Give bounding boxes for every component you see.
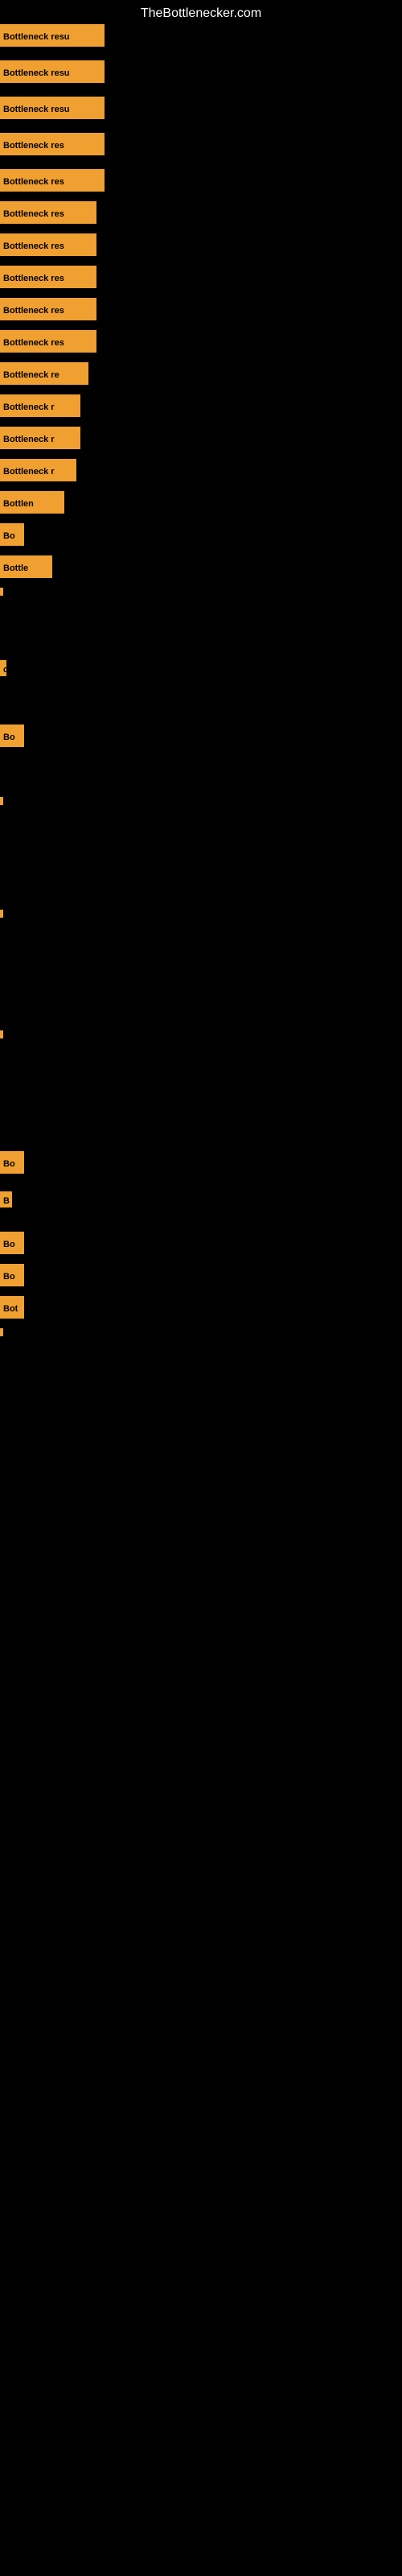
bar-item: Bottleneck res: [0, 233, 96, 256]
bar-label: Bo: [0, 1151, 24, 1174]
bar-label: Bottleneck resu: [0, 97, 105, 119]
bar-label: Bo: [0, 724, 24, 747]
bar-label: Bot: [0, 1296, 24, 1319]
bar-item: Bottleneck r: [0, 394, 80, 417]
bar-item: Bottleneck res: [0, 266, 96, 288]
bar-item: [0, 797, 3, 805]
bar-line: [0, 1328, 3, 1336]
bar-label: Bottleneck res: [0, 169, 105, 192]
bar-label: Bottleneck r: [0, 394, 80, 417]
bar-item: Bottleneck r: [0, 459, 76, 481]
bar-item: [0, 910, 3, 918]
bar-item: Bottleneck res: [0, 298, 96, 320]
bar-line: [0, 910, 3, 918]
bar-item: Bo: [0, 724, 24, 747]
bar-label: Bottleneck res: [0, 298, 96, 320]
bar-label: Bottleneck r: [0, 459, 76, 481]
bar-item: Bot: [0, 1296, 24, 1319]
bar-item: Bo: [0, 1232, 24, 1254]
bar-label: Bottleneck resu: [0, 60, 105, 83]
site-title: TheBottlenecker.com: [0, 0, 402, 27]
bar-item: Bo: [0, 1151, 24, 1174]
bar-line: [0, 588, 3, 596]
bar-item: [0, 588, 3, 596]
bar-item: Bottlen: [0, 491, 64, 514]
bar-item: Bottleneck r: [0, 427, 80, 449]
bar-item: Bottleneck resu: [0, 97, 105, 119]
bar-item: Bottleneck re: [0, 362, 88, 385]
bar-item: Bottleneck res: [0, 169, 105, 192]
bar-label: Bottleneck res: [0, 266, 96, 288]
bar-label: Bottle: [0, 555, 52, 578]
bar-label: Bottlen: [0, 491, 64, 514]
bar-label: B: [0, 1191, 12, 1208]
bar-label: Bottleneck r: [0, 427, 80, 449]
bar-item: Bottleneck res: [0, 201, 96, 224]
bar-item: Bottleneck resu: [0, 60, 105, 83]
bar-item: c: [0, 660, 6, 676]
bar-item: Bottleneck res: [0, 133, 105, 155]
bar-label: Bottleneck res: [0, 330, 96, 353]
bar-line: [0, 797, 3, 805]
bar-label: Bottleneck re: [0, 362, 88, 385]
bar-item: Bottleneck resu: [0, 24, 105, 47]
bar-label: Bottleneck res: [0, 233, 96, 256]
bar-label: Bo: [0, 1232, 24, 1254]
bar-label: Bottleneck res: [0, 133, 105, 155]
bar-item: [0, 1030, 3, 1038]
bar-item: Bottle: [0, 555, 52, 578]
bar-label: Bo: [0, 523, 24, 546]
bar-label: Bo: [0, 1264, 24, 1286]
bar-label: Bottleneck resu: [0, 24, 105, 47]
bar-item: B: [0, 1191, 12, 1208]
bar-item: Bo: [0, 1264, 24, 1286]
bar-line: [0, 1030, 3, 1038]
bar-item: Bo: [0, 523, 24, 546]
bar-label: Bottleneck res: [0, 201, 96, 224]
bar-label: c: [0, 660, 6, 676]
bar-item: [0, 1328, 3, 1336]
bar-item: Bottleneck res: [0, 330, 96, 353]
